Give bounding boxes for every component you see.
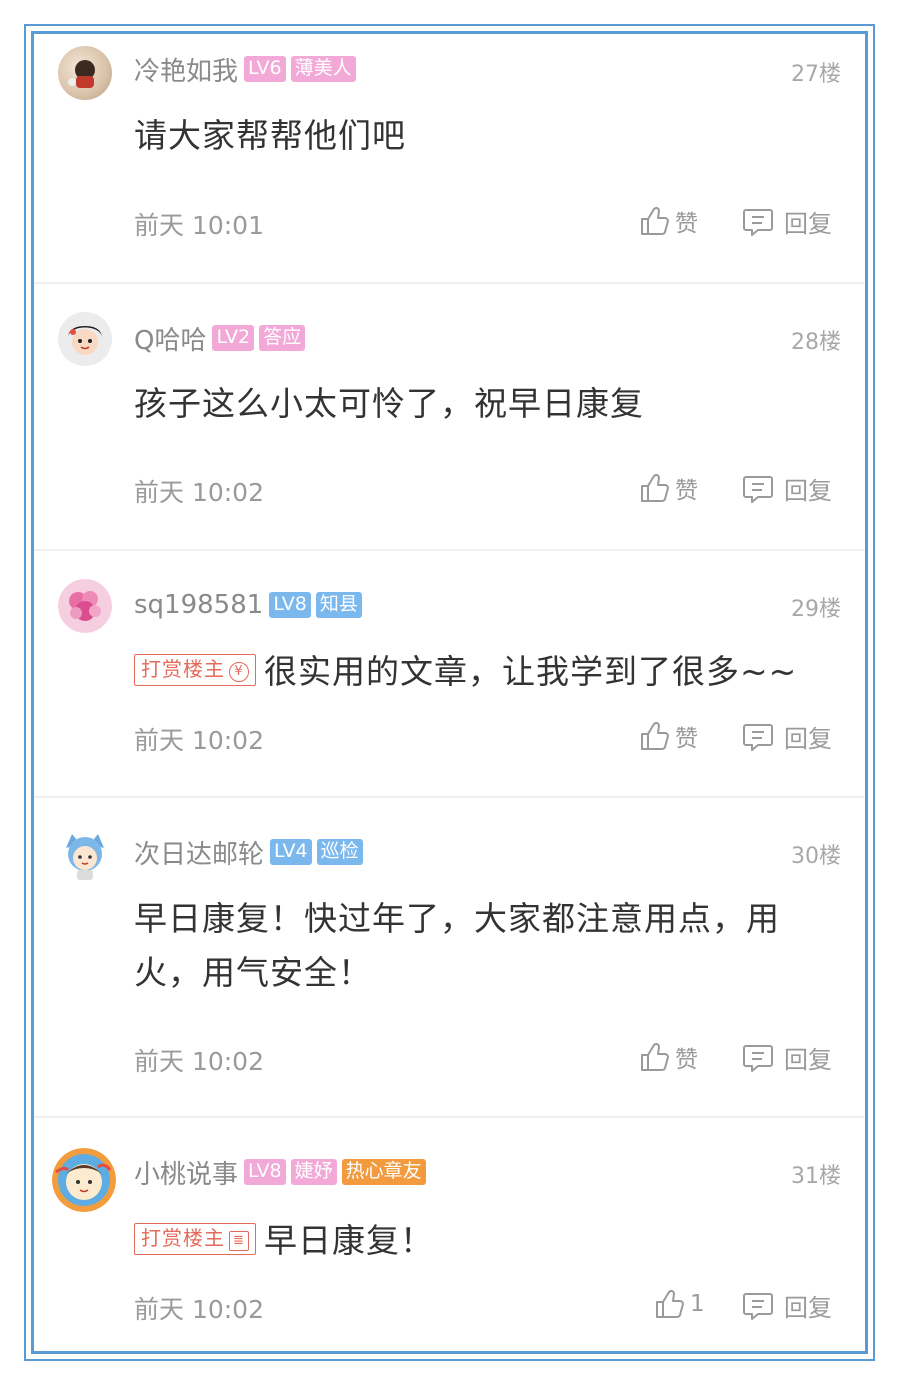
comment-text: 早日康复！快过年了，大家都注意用点，用火，用气安全！: [134, 899, 780, 992]
level-badge: LV4: [270, 839, 312, 865]
reply-label: 回复: [784, 725, 832, 753]
reward-author-button[interactable]: 打赏楼主 ¥: [134, 653, 256, 686]
floor-number: 27楼: [791, 62, 841, 87]
comment-text: 请大家帮帮他们吧: [134, 116, 406, 155]
level-badge: LV6: [244, 56, 286, 82]
avatar[interactable]: [58, 312, 112, 366]
reply-button[interactable]: 回复: [742, 1288, 832, 1323]
avatar[interactable]: [58, 46, 112, 100]
reply-button[interactable]: 回复: [742, 719, 832, 754]
reward-label: 打赏楼主: [141, 656, 225, 681]
comment-item: 冷艳如我 LV6 薄美人 27楼 请大家帮帮他们吧 前天 10:01 赞 回复: [34, 34, 865, 284]
comment-header: 次日达邮轮 LV4 巡检: [134, 834, 368, 870]
comment-time: 前天 10:02: [134, 1295, 264, 1324]
comment-body: 打赏楼主 ¥ 很实用的文章，让我学到了很多~~: [134, 645, 835, 699]
comment-bubble-icon: [743, 208, 773, 236]
comment-bubble-icon: [743, 723, 773, 751]
title-badge: 答应: [259, 325, 306, 351]
reply-button[interactable]: 回复: [742, 1040, 832, 1075]
comment-bubble-icon: [743, 475, 773, 503]
comment-header: Q哈哈 LV2 答应: [134, 320, 310, 356]
like-label: 赞: [675, 211, 698, 237]
level-badge: LV2: [212, 325, 255, 351]
comment-time: 前天 10:01: [134, 211, 264, 240]
comment-item: sq198581 LV8 知县 29楼 打赏楼主 ¥ 很实用的文章，让我学到了很多~…: [34, 551, 865, 798]
level-badge: LV8: [244, 1159, 286, 1185]
coin-icon: ¥: [229, 661, 249, 682]
like-label: 赞: [675, 726, 698, 752]
honor-badge: 热心章友: [341, 1159, 426, 1185]
like-button[interactable]: 赞: [639, 471, 698, 505]
username[interactable]: sq198581: [134, 590, 263, 620]
username[interactable]: 次日达邮轮: [134, 834, 264, 871]
comment-item: Q哈哈 LV2 答应 28楼 孩子这么小太可怜了，祝早日康复 前天 10:02 …: [34, 284, 865, 551]
thumbs-up-icon: [641, 206, 669, 235]
username[interactable]: Q哈哈: [134, 320, 206, 357]
comment-list: 冷艳如我 LV6 薄美人 27楼 请大家帮帮他们吧 前天 10:01 赞 回复: [31, 31, 868, 1354]
floor-number: 30楼: [791, 844, 841, 869]
floor-number: 31楼: [791, 1164, 841, 1189]
like-count: 1: [690, 1291, 705, 1317]
reply-button[interactable]: 回复: [742, 204, 832, 239]
like-button[interactable]: 赞: [639, 719, 698, 753]
comment-time: 前天 10:02: [134, 478, 264, 507]
floor-number: 28楼: [791, 330, 841, 355]
comment-header: 小桃说事 LV8 婕妤 热心章友: [134, 1154, 431, 1190]
thumbs-up-icon: [641, 721, 669, 750]
reward-label: 打赏楼主: [141, 1225, 225, 1250]
reply-button[interactable]: 回复: [742, 471, 832, 506]
like-button[interactable]: 赞: [639, 1040, 698, 1074]
reply-label: 回复: [784, 210, 832, 238]
comment-bubble-icon: [743, 1044, 773, 1072]
comment-text: 孩子这么小太可怜了，祝早日康复: [134, 384, 644, 423]
title-badge: 薄美人: [290, 56, 356, 82]
avatar[interactable]: [58, 828, 112, 882]
comment-text: 早日康复！: [264, 1221, 434, 1260]
avatar[interactable]: [52, 1148, 116, 1212]
comment-text: 很实用的文章，让我学到了很多~~: [264, 652, 798, 691]
like-button[interactable]: 1: [654, 1288, 705, 1320]
comment-bubble-icon: [743, 1292, 773, 1320]
coin-icon: ≣: [229, 1230, 249, 1251]
comment-header: sq198581 LV8 知县: [134, 587, 367, 623]
comment-time: 前天 10:02: [134, 1047, 264, 1076]
thumbs-up-icon: [641, 1042, 669, 1071]
title-badge: 知县: [315, 592, 362, 618]
reply-label: 回复: [784, 1046, 832, 1074]
avatar[interactable]: [58, 579, 112, 633]
level-badge: LV8: [269, 592, 311, 618]
reply-label: 回复: [784, 477, 832, 505]
comment-item: 次日达邮轮 LV4 巡检 30楼 早日康复！快过年了，大家都注意用点，用火，用气…: [34, 798, 865, 1118]
title-badge: 巡检: [316, 839, 363, 865]
floor-number: 29楼: [791, 597, 841, 622]
like-button[interactable]: 赞: [639, 204, 698, 238]
thumbs-up-icon: [656, 1289, 684, 1318]
title-badge: 婕妤: [290, 1159, 337, 1185]
thumbs-up-icon: [641, 473, 669, 502]
reply-label: 回复: [784, 1294, 832, 1322]
comment-item: 小桃说事 LV8 婕妤 热心章友 31楼 打赏楼主 ≣ 早日康复！ 前天 10:02…: [34, 1118, 865, 1351]
like-label: 赞: [675, 1047, 698, 1073]
username[interactable]: 小桃说事: [134, 1154, 238, 1191]
like-label: 赞: [675, 478, 698, 504]
comment-time: 前天 10:02: [134, 726, 264, 755]
comment-header: 冷艳如我 LV6 薄美人: [134, 51, 361, 87]
reward-author-button[interactable]: 打赏楼主 ≣: [134, 1222, 256, 1255]
username[interactable]: 冷艳如我: [134, 51, 238, 88]
comment-body: 打赏楼主 ≣ 早日康复！: [134, 1214, 835, 1268]
